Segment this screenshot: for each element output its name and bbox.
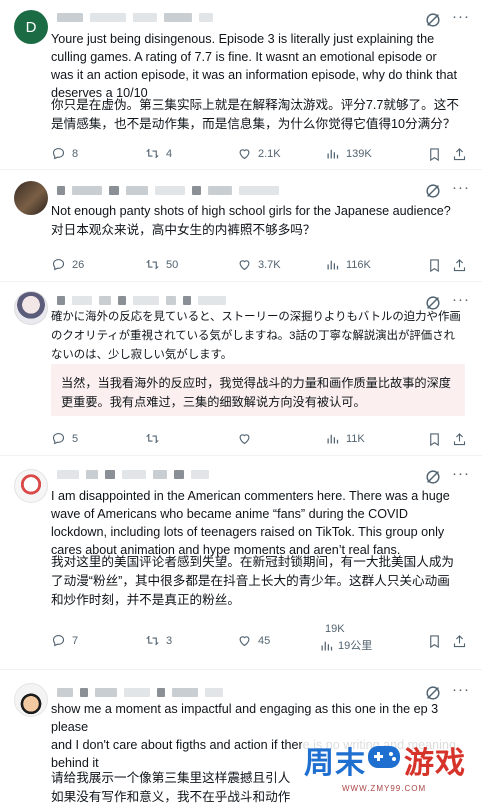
reply-button[interactable]: 5 — [51, 431, 78, 446]
post-text: I am disappointed in the American commen… — [51, 489, 454, 557]
more-icon[interactable]: ··· — [452, 291, 470, 308]
views-icon — [327, 434, 339, 444]
reply-icon — [52, 258, 65, 271]
post-translation: 我对这里的美国评论者感到失望。在新冠封锁期间，有一大批美国人成为了动漫“粉丝”，… — [51, 555, 454, 607]
avatar[interactable] — [14, 181, 48, 215]
reply-icon — [52, 147, 65, 160]
views-count: 11K — [346, 432, 365, 445]
bookmark-icon[interactable] — [427, 634, 442, 649]
views-count: 139K — [346, 147, 372, 160]
grok-icon[interactable] — [424, 11, 442, 29]
like-button[interactable]: 3.7K — [237, 257, 281, 272]
post-translation: 对日本观众来说，高中女生的内裤照不够多吗？ — [51, 223, 316, 237]
views-icon — [327, 149, 339, 159]
reply-button[interactable]: 26 — [51, 257, 84, 272]
more-icon[interactable]: ··· — [452, 465, 470, 482]
reply-button[interactable]: 8 — [51, 146, 78, 161]
action-bar: 7 3 45 19K 19公里 — [51, 623, 471, 652]
watermark-text-1: 周末 — [304, 746, 366, 781]
post-3[interactable]: ··· 確かに海外の反応を見ていると、ストーリーの深掘りよりもバトルの迫力や作画… — [0, 283, 482, 456]
action-bar: 5 11K — [51, 431, 471, 449]
views-button[interactable]: 116K — [325, 257, 371, 272]
avatar[interactable] — [14, 683, 48, 717]
repost-icon — [146, 259, 159, 270]
views-icon — [327, 260, 339, 270]
like-button[interactable]: 2.1K — [237, 146, 281, 161]
reply-icon — [52, 634, 65, 647]
repost-icon — [146, 148, 159, 159]
more-icon[interactable]: ··· — [452, 8, 470, 25]
grok-icon[interactable] — [424, 468, 442, 486]
repost-button[interactable]: 3 — [145, 633, 172, 648]
post-translation: 你只是在虚伪。第三集实际上就是在解释淘汰游戏。评分7.7就够了。这不是情感集，也… — [51, 98, 459, 131]
like-count: 45 — [258, 634, 271, 647]
username-redacted[interactable] — [57, 687, 223, 698]
repost-icon — [146, 635, 159, 646]
gamepad-icon — [368, 746, 400, 768]
views-icon — [321, 641, 333, 650]
repost-button[interactable]: 50 — [145, 257, 178, 272]
watermark-text-2: 游戏 — [404, 746, 466, 781]
avatar[interactable] — [14, 469, 48, 503]
share-icon[interactable] — [452, 634, 467, 649]
views-count: 116K — [346, 258, 371, 271]
post-4[interactable]: ··· I am disappointed in the American co… — [0, 457, 482, 670]
grok-icon[interactable] — [424, 182, 442, 200]
bookmark-icon[interactable] — [427, 432, 442, 447]
repost-count: 4 — [166, 147, 173, 160]
avatar[interactable] — [14, 291, 48, 325]
username-redacted[interactable] — [57, 185, 279, 196]
bookmark-icon[interactable] — [427, 147, 442, 162]
username-redacted[interactable] — [57, 469, 209, 480]
username-redacted[interactable] — [57, 295, 226, 306]
share-icon[interactable] — [452, 432, 467, 447]
avatar[interactable]: D — [14, 10, 48, 44]
more-icon[interactable]: ··· — [452, 681, 470, 698]
share-icon[interactable] — [452, 147, 467, 162]
translation-box: 当然，当我看海外的反应时，我觉得战斗的力量和画作质量比故事的深度更重要。我有点难… — [51, 364, 465, 416]
views-button[interactable]: 19K 19公里 — [321, 623, 373, 653]
like-count: 2.1K — [258, 147, 281, 160]
heart-icon — [239, 260, 250, 271]
post-2[interactable]: ··· Not enough panty shots of high schoo… — [0, 171, 482, 282]
action-bar: 8 4 2.1K 139K — [51, 146, 471, 164]
heart-icon — [239, 149, 250, 160]
views-button[interactable]: 11K — [325, 431, 365, 446]
reply-icon — [52, 432, 65, 445]
like-button[interactable]: 45 — [237, 633, 270, 648]
watermark-logo: 周末 游戏 WWW.ZMY99.COM — [302, 728, 480, 810]
share-icon[interactable] — [452, 258, 467, 273]
post-1[interactable]: D ··· Youre just being disingenous. Epis… — [0, 0, 482, 170]
like-count: 3.7K — [258, 258, 281, 271]
post-text: Not enough panty shots of high school gi… — [51, 204, 451, 218]
post-text: 確かに海外の反応を見ていると、ストーリーの深掘りよりもバトルの迫力や作画のクオリ… — [51, 311, 461, 361]
reply-count: 7 — [72, 634, 79, 647]
repost-icon — [146, 433, 159, 444]
repost-button[interactable] — [145, 431, 166, 446]
reply-count: 5 — [72, 432, 79, 445]
views-count-translated: 19公里 — [338, 640, 373, 652]
post-text: Youre just being disingenous. Episode 3 … — [51, 32, 461, 100]
reply-count: 26 — [72, 258, 85, 271]
views-count: 19K — [325, 623, 345, 635]
avatar-letter: D — [25, 18, 37, 36]
views-button[interactable]: 139K — [325, 146, 372, 161]
more-icon[interactable]: ··· — [452, 179, 470, 196]
username-redacted[interactable] — [57, 12, 213, 23]
repost-count: 3 — [166, 634, 173, 647]
reply-button[interactable]: 7 — [51, 633, 78, 648]
action-bar: 26 50 3.7K 116K — [51, 257, 471, 275]
watermark-url: WWW.ZMY99.COM — [342, 784, 427, 793]
repost-count: 50 — [166, 258, 179, 271]
heart-icon — [239, 636, 250, 647]
repost-button[interactable]: 4 — [145, 146, 172, 161]
like-button[interactable] — [237, 431, 258, 446]
heart-icon — [239, 434, 250, 445]
reply-count: 8 — [72, 147, 79, 160]
bookmark-icon[interactable] — [427, 258, 442, 273]
